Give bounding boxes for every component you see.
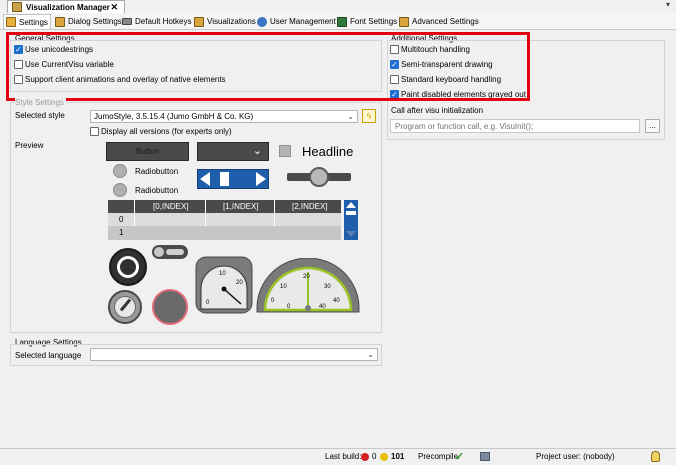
preview-rotary-knob [108, 290, 142, 324]
call-after-label: Call after visu initialization [391, 106, 484, 115]
preview-lamp [109, 248, 147, 286]
visualization-manager-icon [12, 2, 22, 12]
preview-slider-knob [309, 167, 329, 187]
lightning-icon: ϟ [366, 111, 372, 121]
selected-style-dropdown[interactable]: JumoStyle, 3.5.15.4 (Jumo GmbH & Co. KG)… [90, 110, 358, 123]
preview-combobox: ⌄ [197, 142, 269, 161]
call-after-browse-button[interactable]: ... [645, 119, 660, 133]
tab-label: Default Hotkeys [135, 17, 192, 26]
preview-table: [0,INDEX] [1,INDEX] [2,INDEX] 0 1 [108, 200, 341, 240]
table-row: 1 [119, 228, 124, 237]
gauge-big-tick: 40 [333, 298, 340, 304]
tab-dialog-settings[interactable]: Dialog Settings [55, 15, 122, 28]
tab-label: Dialog Settings [68, 17, 122, 26]
tab-label: User Management [270, 17, 336, 26]
keyboard-icon [122, 18, 132, 25]
gauge-big-tick: 20 [303, 274, 310, 280]
close-icon[interactable]: ✕ [110, 2, 118, 13]
selected-style-value: JumoStyle, 3.5.15.4 (Jumo GmbH & Co. KG) [94, 112, 254, 121]
style-settings-title: Style Settings [15, 98, 66, 107]
preview-radio-1 [113, 164, 127, 178]
selected-language-label: Selected language [15, 351, 82, 360]
preview-scrollbar-horizontal [197, 169, 269, 189]
status-bar: Last build: 0 101 Precompile ✓ Project u… [0, 448, 676, 465]
error-count: 0 [372, 452, 377, 461]
tab-visualizations[interactable]: Visualizations [194, 15, 256, 28]
gauge-big-tick: 40 [319, 304, 326, 310]
tab-user-management[interactable]: User Management [257, 15, 336, 28]
call-after-input[interactable] [390, 119, 640, 133]
preview-label: Preview [15, 141, 44, 150]
tab-menu-icon[interactable]: ▾ [666, 0, 670, 9]
tab-label: Advanced Settings [412, 17, 479, 26]
precompile-label: Precompile [418, 452, 459, 461]
document-tab-title: Visualization Manager [26, 2, 110, 12]
tab-label: Settings [19, 17, 48, 27]
dialog-icon [55, 16, 65, 27]
warning-count: 101 [391, 452, 405, 461]
arrow-down-icon [346, 231, 356, 237]
project-user-label: Project user: (nobody) [536, 452, 615, 461]
table-header: [0,INDEX] [153, 202, 189, 211]
preview-gauge-small: 0 10 20 [195, 256, 253, 314]
users-icon [257, 16, 267, 27]
checkmark-icon: ✓ [455, 451, 465, 463]
preview-toggle [152, 245, 188, 259]
visualization-icon [194, 16, 204, 27]
chevron-down-icon: ⌄ [347, 112, 354, 121]
gauge-small-tick: 20 [236, 280, 243, 286]
table-header: [1,INDEX] [223, 202, 259, 211]
tab-font-settings[interactable]: Font Settings [337, 15, 397, 28]
tab-settings[interactable]: Settings [3, 14, 51, 29]
preview-radio-1-label: Radiobutton [135, 167, 179, 176]
bulb-icon[interactable] [651, 451, 660, 462]
display-all-versions-checkbox[interactable] [90, 127, 99, 136]
tab-label: Visualizations [207, 17, 256, 26]
error-icon [361, 453, 369, 461]
preview-checkbox [279, 145, 291, 157]
table-row: 0 [119, 215, 124, 224]
preview-radio-2-label: Radiobutton [135, 186, 179, 195]
arrow-left-icon [200, 172, 210, 186]
last-build-label: Last build: [325, 452, 362, 461]
network-icon[interactable] [480, 452, 490, 461]
gauge-small-tick: 10 [219, 271, 226, 277]
document-tab[interactable]: Visualization Manager ✕ [7, 0, 125, 13]
tab-default-hotkeys[interactable]: Default Hotkeys [122, 15, 191, 28]
gauge-big-tick: 10 [280, 284, 287, 290]
arrow-up-icon [346, 202, 356, 208]
preview-gauge-big: 0 10 20 30 40 0 40 [256, 258, 360, 313]
preview-radio-2 [113, 183, 127, 197]
gauge-big-tick: 30 [324, 284, 331, 290]
preview-headline: Headline [302, 144, 354, 159]
settings-tabs: Settings Dialog Settings Default Hotkeys… [0, 13, 676, 30]
chevron-down-icon: ⌄ [367, 350, 374, 359]
font-icon [337, 16, 347, 27]
highlight-box [6, 32, 530, 101]
scroll-thumb [220, 172, 229, 186]
style-tool-button[interactable]: ϟ [362, 109, 376, 123]
tab-label: Font Settings [350, 17, 398, 26]
scroll-thumb [346, 211, 356, 215]
table-header: [2,INDEX] [292, 202, 328, 211]
selected-language-dropdown[interactable]: ⌄ [90, 348, 378, 361]
preview-button: Button [106, 142, 189, 161]
settings-icon [6, 17, 16, 27]
preview-round-button [152, 289, 188, 325]
display-all-versions-label: Display all versions (for experts only) [101, 127, 232, 136]
preview-scrollbar-vertical [344, 200, 358, 240]
preview-button-label: Button [135, 147, 160, 156]
tab-advanced-settings[interactable]: Advanced Settings [399, 15, 479, 28]
chevron-down-icon: ⌄ [252, 145, 262, 157]
selected-style-label: Selected style [15, 111, 65, 120]
warning-icon [380, 453, 388, 461]
advanced-icon [399, 16, 409, 27]
arrow-right-icon [256, 172, 266, 186]
